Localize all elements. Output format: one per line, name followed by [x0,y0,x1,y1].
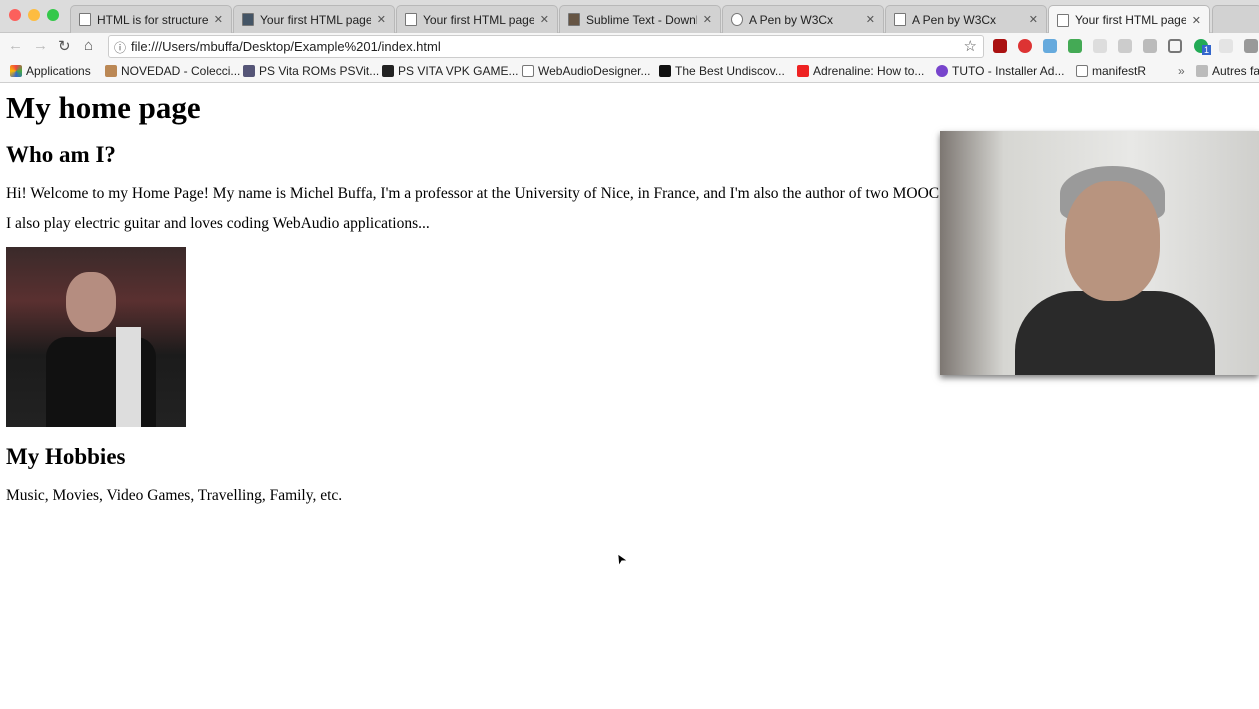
close-tab-icon[interactable]: ✕ [703,13,712,26]
hobbies-heading: My Hobbies [6,444,126,469]
forward-button[interactable]: → [33,37,48,54]
tab-bar: HTML is for structure ✕ Your first HTML p… [0,0,1259,34]
bookmark-label: Autres fa [1212,64,1259,78]
bookmark[interactable]: Adrenaline: How to... [797,64,924,78]
document-icon [405,13,417,26]
page-icon [242,13,254,26]
extension-wrench-icon[interactable] [1143,39,1157,53]
bookmark-label: NOVEDAD - Colecci... [121,64,241,78]
tab-label: HTML is for structure [97,12,208,27]
ublock-icon[interactable] [993,39,1007,53]
bookmark-favicon [105,65,117,77]
extension-icon[interactable] [1093,39,1107,53]
extension-icon[interactable] [1068,39,1082,53]
close-tab-icon[interactable]: ✕ [1192,14,1201,27]
bookmark-label: TUTO - Installer Ad... [952,64,1065,78]
url-text: file:///Users/mbuffa/Desktop/Example%201… [131,39,441,54]
reload-button[interactable]: ↻ [58,37,71,55]
bookmark-label: PS VITA VPK GAME... [398,64,519,78]
document-icon [522,65,534,77]
tab[interactable]: A Pen by W3Cx ✕ [722,5,884,33]
tab-label: Sublime Text - Download [586,12,697,27]
bookmark-favicon [936,65,948,77]
minimize-window-button[interactable] [28,9,40,21]
bookmark-applications[interactable]: Applications [10,64,91,78]
youtube-icon [797,65,809,77]
info-icon[interactable]: ⓘ [114,39,126,56]
extension-binary-icon[interactable] [1244,39,1258,53]
new-tab-button[interactable] [1212,5,1259,33]
extension-icon[interactable] [1219,39,1233,53]
bookmark[interactable]: manifestR [1076,64,1146,78]
bookmark-label: PS Vita ROMs PSVit... [259,64,380,78]
close-tab-icon[interactable]: ✕ [1029,13,1038,26]
close-tab-icon[interactable]: ✕ [214,13,223,26]
bookmark-label: WebAudioDesigner... [538,64,651,78]
profile-photo [6,247,186,427]
bookmarks-overflow-button[interactable]: » [1178,64,1185,78]
bookmark-label: manifestR [1092,64,1147,78]
toolbar: ← → ↻ ⌂ ⓘ file:///Users/mbuffa/Desktop/E… [0,33,1259,60]
bookmark[interactable]: The Best Undiscov... [659,64,785,78]
close-tab-icon[interactable]: ✕ [866,13,875,26]
bookmark[interactable]: NOVEDAD - Colecci... [105,64,240,78]
tab[interactable]: A Pen by W3Cx ✕ [885,5,1047,33]
tab[interactable]: Sublime Text - Download ✕ [559,5,721,33]
hobbies-paragraph: Music, Movies, Video Games, Travelling, … [6,487,343,504]
bookmark[interactable]: TUTO - Installer Ad... [936,64,1064,78]
bookmark[interactable]: PS VITA VPK GAME... [382,64,518,78]
gamepad-icon [382,65,394,77]
extension-cube-icon[interactable] [1118,39,1132,53]
codepen-icon [731,13,743,26]
home-button[interactable]: ⌂ [84,37,93,54]
bookmark-label: Applications [26,64,91,78]
address-bar[interactable]: ⓘ file:///Users/mbuffa/Desktop/Example%2… [108,35,984,58]
folder-icon [1196,65,1208,77]
tab-label: A Pen by W3Cx [749,12,834,27]
bookmark[interactable]: WebAudioDesigner... [522,64,651,78]
sublime-icon [568,13,580,26]
tab-active[interactable]: Your first HTML page ✕ [1048,5,1210,34]
tab-label: Your first HTML page [1075,13,1186,27]
back-button[interactable]: ← [8,37,23,54]
bookmark-label: Adrenaline: How to... [813,64,925,78]
edx-icon [79,13,91,26]
webcam-video-overlay [940,131,1259,375]
extension-icon[interactable] [1043,39,1057,53]
about-paragraph-1: Hi! Welcome to my Home Page! My name is … [6,185,1042,202]
close-tab-icon[interactable]: ✕ [540,13,549,26]
tab[interactable]: Your first HTML page ✕ [233,5,395,33]
tab[interactable]: HTML is for structure ✕ [70,5,232,33]
window-controls [9,9,59,21]
about-heading: Who am I? [6,142,116,167]
document-icon [894,13,906,26]
overflow-chevron: » [1178,64,1185,78]
bookmark-favicon [659,65,671,77]
tab[interactable]: Your first HTML page ✕ [396,5,558,33]
document-icon [1076,65,1088,77]
close-tab-icon[interactable]: ✕ [377,13,386,26]
document-icon [1057,13,1069,27]
bookmark-label: The Best Undiscov... [675,64,785,78]
bookmark-favicon [243,65,255,77]
page-title: My home page [6,90,201,125]
tab-label: A Pen by W3Cx [912,12,997,27]
extension-badge: 1 [1202,45,1212,55]
other-bookmarks-folder[interactable]: Autres fa [1196,64,1259,78]
bookmarks-bar: Applications NOVEDAD - Colecci... PS Vit… [0,60,1259,83]
apps-grid-icon [10,65,22,77]
maximize-window-button[interactable] [47,9,59,21]
about-paragraph-2: I also play electric guitar and loves co… [6,215,430,232]
bookmark-star-icon[interactable]: ☆ [964,37,977,55]
extension-m-icon[interactable] [1018,39,1032,53]
bookmark[interactable]: PS Vita ROMs PSVit... [243,64,379,78]
cast-icon[interactable] [1168,39,1182,53]
tab-label: Your first HTML page [423,12,534,27]
tab-label: Your first HTML page [260,12,371,27]
close-window-button[interactable] [9,9,21,21]
